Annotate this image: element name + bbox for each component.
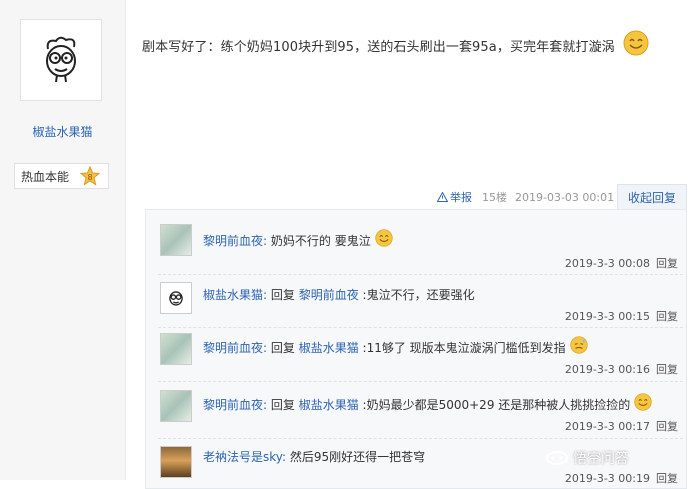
reply-button[interactable]: 回复	[656, 257, 678, 270]
reply-prefix: 回复	[270, 288, 299, 302]
reply-line: 黎明前血夜: 奶妈不行的 要鬼泣	[203, 228, 393, 249]
reply-username[interactable]: 黎明前血夜:	[203, 234, 267, 248]
reply-button[interactable]: 回复	[656, 420, 678, 433]
reply-text: :奶妈最少都是5000+29 还是那种被人挑挑捡捡的	[362, 398, 631, 412]
reply-target[interactable]: 黎明前血夜	[299, 288, 359, 302]
cartoon-face-icon	[46, 36, 76, 83]
reply-divider	[158, 274, 683, 275]
reply-meta: 2019-3-3 00:16 回复	[565, 361, 678, 377]
reply-avatar[interactable]	[160, 446, 192, 478]
author-username[interactable]: 椒盐水果猫	[0, 123, 125, 140]
reply-time: 2019-3-3 00:15	[564, 310, 650, 323]
reply-line: 黎明前血夜: 回复 椒盐水果猫 :奶妈最少都是5000+29 还是那种被人挑挑捡…	[203, 392, 652, 413]
reply-text: 然后95刚好还得一把苍穹	[289, 450, 426, 464]
reply-divider	[158, 381, 683, 382]
post-text: 剧本写好了：练个奶妈100块升到95，送的石头刷出一套95a，买完年套就打漩涡	[142, 40, 615, 55]
reply-prefix: 回复	[270, 341, 299, 355]
reply-button[interactable]: 回复	[656, 363, 678, 376]
reply-line: 老衲法号是sky: 然后95刚好还得一把苍穹	[203, 448, 425, 465]
reply-button[interactable]: 回复	[656, 472, 678, 485]
warning-icon	[437, 192, 448, 202]
reply-target[interactable]: 椒盐水果猫	[299, 341, 359, 355]
reply-avatar[interactable]	[160, 333, 192, 365]
level-number: 8	[87, 173, 92, 182]
watermark-text: 悟空问答	[573, 451, 629, 467]
post-meta: 举报 15楼 2019-03-03 00:01	[437, 184, 614, 210]
floor-number: 15楼	[482, 191, 507, 204]
reply-line: 椒盐水果猫: 回复 黎明前血夜 :鬼泣不行，还要强化	[203, 286, 475, 303]
reply-meta: 2019-3-3 00:08 回复	[565, 255, 678, 271]
post-datetime: 2019-03-03 00:01	[515, 190, 615, 204]
reply-meta: 2019-3-3 00:19 回复	[565, 470, 678, 486]
post-content: 剧本写好了：练个奶妈100块升到95，送的石头刷出一套95a，买完年套就打漩涡	[142, 30, 649, 56]
reply-time: 2019-3-3 00:08	[564, 257, 650, 270]
reply-target[interactable]: 椒盐水果猫	[299, 398, 359, 412]
level-star-icon: 8	[80, 166, 100, 186]
reply-username[interactable]: 椒盐水果猫:	[203, 288, 267, 302]
author-avatar[interactable]	[20, 19, 102, 101]
smiley-emoji-icon	[634, 392, 652, 411]
reply-text: :鬼泣不行，还要强化	[362, 288, 475, 302]
reply-prefix: 回复	[270, 398, 299, 412]
badge-label: 热血本能	[21, 169, 70, 184]
reply-meta: 2019-3-3 00:15 回复	[565, 308, 678, 324]
reply-time: 2019-3-3 00:19	[564, 472, 650, 485]
reply-list: 黎明前血夜: 奶妈不行的 要鬼泣 2019-3-3 00:08 回复 椒盐水果猫:…	[145, 209, 687, 489]
report-label: 举报	[450, 191, 472, 204]
report-link[interactable]: 举报	[437, 189, 472, 205]
reply-button[interactable]: 回复	[656, 310, 678, 323]
reply-divider	[158, 438, 683, 439]
reply-line: 黎明前血夜: 回复 椒盐水果猫 :11够了 现版本鬼泣漩涡门槛低到发指	[203, 335, 588, 356]
level-badge[interactable]: 热血本能 8	[14, 163, 109, 189]
reply-meta: 2019-3-3 00:17 回复	[565, 418, 678, 434]
reply-time: 2019-3-3 00:17	[564, 420, 650, 433]
smiley-emoji-icon	[623, 30, 649, 55]
wukong-logo-icon	[546, 451, 568, 465]
reply-text: 奶妈不行的 要鬼泣	[270, 234, 371, 248]
collapse-replies-button[interactable]: 收起回复	[617, 184, 687, 210]
reply-avatar[interactable]	[160, 390, 192, 422]
smiley-emoji-icon	[374, 228, 393, 247]
reply-time: 2019-3-3 00:16	[564, 363, 650, 376]
watermark: 悟空问答	[545, 448, 629, 468]
reply-username[interactable]: 黎明前血夜:	[203, 341, 267, 355]
author-column: 椒盐水果猫 热血本能 8	[0, 0, 126, 480]
reply-text: :11够了 现版本鬼泣漩涡门槛低到发指	[362, 341, 566, 355]
cartoon-face-icon	[169, 291, 183, 306]
sweat-emoji-icon	[569, 335, 588, 354]
reply-avatar[interactable]	[160, 282, 192, 314]
reply-username[interactable]: 黎明前血夜:	[203, 398, 267, 412]
reply-divider	[158, 327, 683, 328]
reply-avatar[interactable]	[160, 224, 192, 256]
reply-username[interactable]: 老衲法号是sky:	[203, 450, 286, 464]
